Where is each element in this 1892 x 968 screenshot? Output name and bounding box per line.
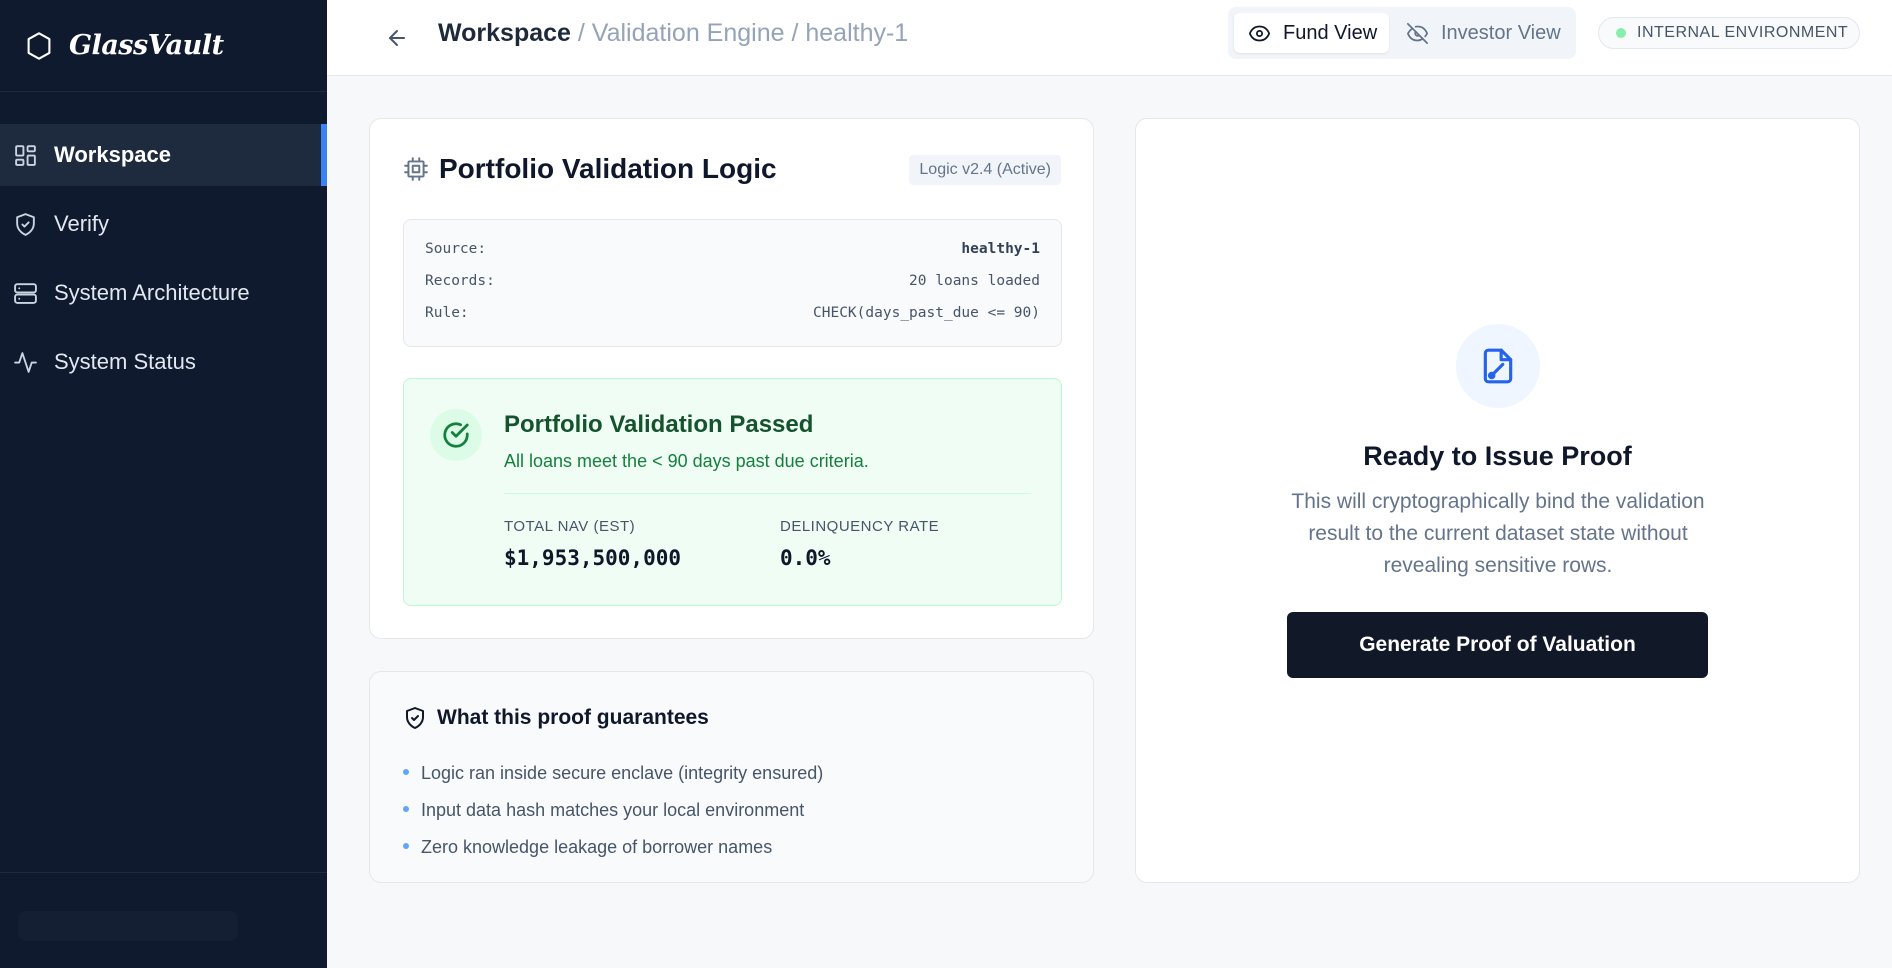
list-item: Input data hash matches your local envir… xyxy=(403,792,823,829)
arrow-left-icon xyxy=(389,30,405,46)
card-title: Portfolio Validation Logic xyxy=(403,153,777,185)
breadcrumb-current[interactable]: Workspace xyxy=(438,19,571,47)
eye-icon xyxy=(1249,25,1270,41)
generate-proof-button[interactable]: Generate Proof of Valuation xyxy=(1287,612,1708,678)
nav-label: TOTAL NAV (EST) xyxy=(504,518,636,535)
fund-view-button[interactable]: Fund View xyxy=(1234,13,1389,53)
sidebar-item-verify[interactable]: Verify xyxy=(0,193,327,255)
file-signature-icon xyxy=(1456,324,1540,408)
check-circle-icon xyxy=(430,409,482,461)
breadcrumb: Workspace / Validation Engine / healthy-… xyxy=(438,18,908,48)
sidebar-nav: Workspace Verify System Architecture Sys… xyxy=(0,92,327,393)
status-dot xyxy=(1616,28,1626,38)
guarantees-card: What this proof guarantees Logic ran ins… xyxy=(369,671,1094,883)
bullet xyxy=(403,805,409,812)
meta-label: Source: xyxy=(425,241,487,257)
meta-label: Rule: xyxy=(425,305,469,321)
environment-label: INTERNAL ENVIRONMENT xyxy=(1637,24,1849,41)
investor-view-label: Investor View xyxy=(1441,21,1561,44)
proof-description: This will cryptographically bind the val… xyxy=(1291,490,1705,577)
meta-value: healthy-1 xyxy=(961,241,1040,257)
sidebar-item-system-status[interactable]: System Status xyxy=(0,331,327,393)
result-subtitle: All loans meet the < 90 days past due cr… xyxy=(504,451,869,471)
list-item-text: Logic ran inside secure enclave (integri… xyxy=(421,763,824,783)
sidebar-item-workspace[interactable]: Workspace xyxy=(0,124,327,186)
brand[interactable]: GlassVault xyxy=(0,0,327,92)
eye-off-icon xyxy=(1407,22,1428,44)
list-item-text: Zero knowledge leakage of borrower names xyxy=(421,837,773,857)
meta-row-rule: Rule: CHECK(days_past_due <= 90) xyxy=(425,305,1040,321)
server-icon xyxy=(14,282,37,304)
guarantees-title: What this proof guarantees xyxy=(437,706,709,729)
view-toggle: Fund View Investor View xyxy=(1228,7,1576,59)
result-title: Portfolio Validation Passed xyxy=(504,411,814,438)
list-item: Logic ran inside secure enclave (integri… xyxy=(403,755,823,792)
divider xyxy=(504,493,1031,494)
sidebar: GlassVault Workspace Verify System Archi… xyxy=(0,0,327,968)
shield-check-icon xyxy=(406,707,424,729)
validation-title: Portfolio Validation Logic xyxy=(439,153,777,184)
validation-meta: Source: healthy-1 Records: 20 loans load… xyxy=(403,219,1062,347)
sidebar-item-label: System Status xyxy=(54,349,196,374)
shield-check-icon xyxy=(16,212,35,236)
sidebar-item-label: Verify xyxy=(54,211,110,236)
validation-logic-card: Portfolio Validation Logic Logic v2.4 (A… xyxy=(369,118,1094,639)
guarantees-list: Logic ran inside secure enclave (integri… xyxy=(403,755,823,866)
brand-name: GlassVault xyxy=(69,30,224,61)
breadcrumb-path: / Validation Engine / healthy-1 xyxy=(577,19,909,47)
bullet xyxy=(403,842,409,849)
delinquency-label: DELINQUENCY RATE xyxy=(780,518,940,535)
environment-badge: INTERNAL ENVIRONMENT xyxy=(1598,17,1860,49)
meta-row-records: Records: 20 loans loaded xyxy=(425,273,1040,289)
guarantees-header: What this proof guarantees xyxy=(403,706,709,730)
sidebar-item-system-architecture[interactable]: System Architecture xyxy=(0,262,327,324)
proof-title: Ready to Issue Proof xyxy=(1363,441,1632,471)
sidebar-item-label: Workspace xyxy=(54,142,171,167)
cpu-icon xyxy=(404,157,428,181)
list-item-text: Input data hash matches your local envir… xyxy=(421,800,805,820)
sidebar-item-label: System Architecture xyxy=(54,280,250,305)
back-button[interactable] xyxy=(379,20,415,56)
dashboard-icon xyxy=(15,144,36,166)
fund-view-label: Fund View xyxy=(1283,21,1378,44)
meta-label: Records: xyxy=(425,273,495,289)
user-profile-placeholder[interactable] xyxy=(18,911,238,941)
investor-view-button[interactable]: Investor View xyxy=(1398,13,1572,53)
topbar: Workspace / Validation Engine / healthy-… xyxy=(327,0,1892,76)
issue-proof-card: Ready to Issue Proof This will cryptogra… xyxy=(1135,118,1860,883)
check-circle-glyph xyxy=(443,422,469,448)
nav-value: $1,953,500,000 xyxy=(504,546,682,570)
validation-result: Portfolio Validation Passed All loans me… xyxy=(403,378,1062,606)
sidebar-footer xyxy=(0,872,327,968)
hexagon-icon xyxy=(27,31,51,60)
list-item: Zero knowledge leakage of borrower names xyxy=(403,829,823,866)
bullet xyxy=(403,768,409,775)
meta-value: CHECK(days_past_due <= 90) xyxy=(813,305,1040,321)
activity-icon xyxy=(14,351,37,373)
delinquency-value: 0.0% xyxy=(780,546,831,570)
meta-row-source: Source: healthy-1 xyxy=(425,241,1040,257)
file-signature-glyph xyxy=(1483,348,1513,384)
meta-value: 20 loans loaded xyxy=(909,273,1040,289)
version-badge: Logic v2.4 (Active) xyxy=(909,155,1061,185)
